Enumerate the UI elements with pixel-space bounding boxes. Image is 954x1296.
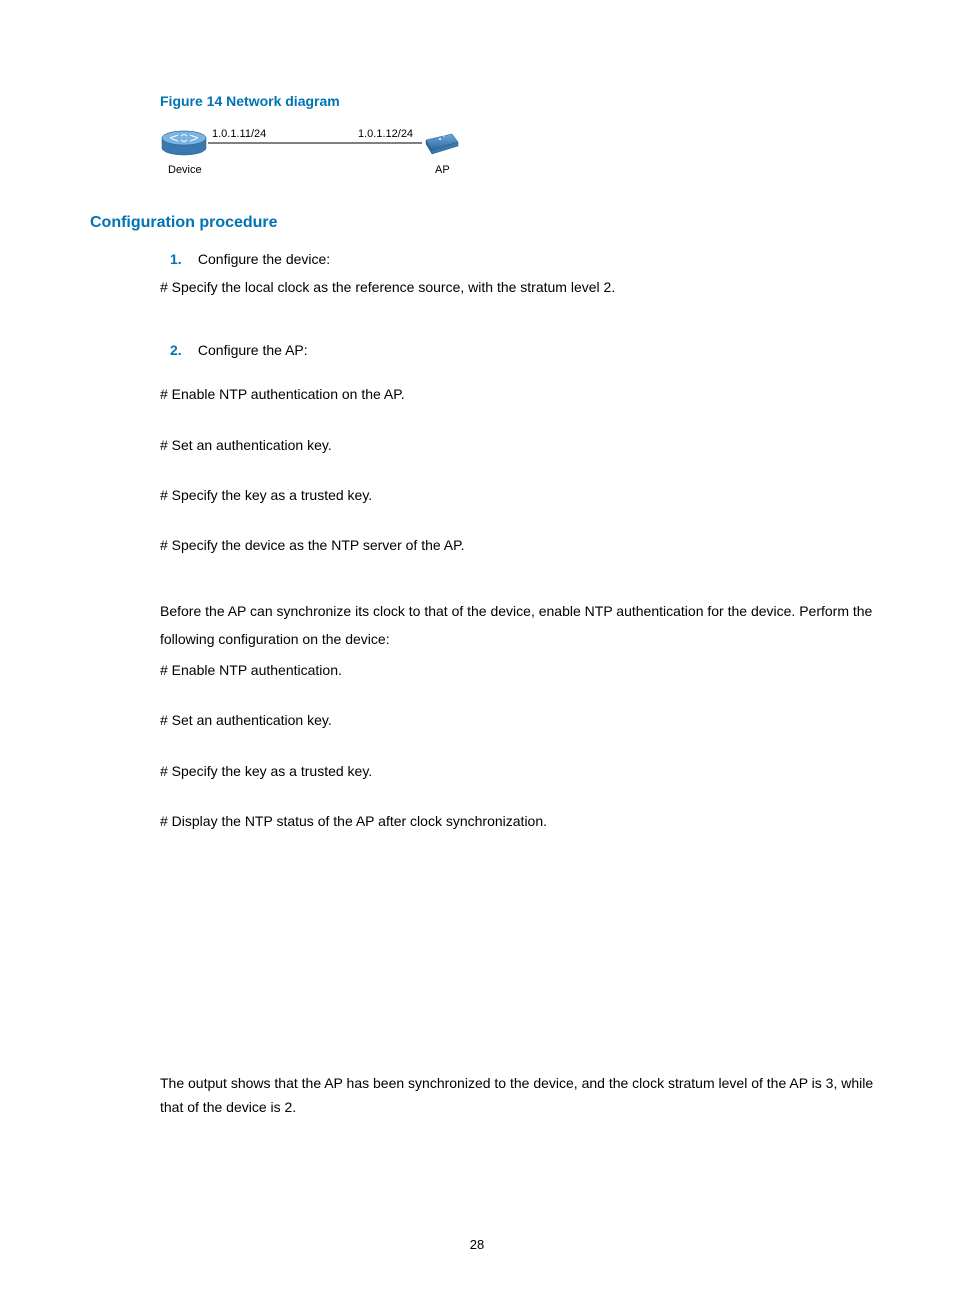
line-enable-ntp-auth: # Enable NTP authentication. [160,659,894,681]
device-ip-label: 1.0.1.11/24 [212,126,266,144]
paragraph-output: The output shows that the AP has been sy… [160,1072,894,1120]
section-heading: Configuration procedure [90,210,894,236]
step-1-text: Configure the device: [198,251,330,267]
network-diagram: 1.0.1.11/24 1.0.1.12/24 Device AP [160,120,470,180]
ap-label: AP [435,162,450,180]
line-trusted-key-1: # Specify the key as a trusted key. [160,484,894,506]
line-set-auth-key-2: # Set an authentication key. [160,709,894,731]
line-ntp-server: # Specify the device as the NTP server o… [160,534,894,556]
device-icon [160,130,208,158]
line-trusted-key-2: # Specify the key as a trusted key. [160,760,894,782]
line-set-auth-key-1: # Set an authentication key. [160,434,894,456]
line-enable-ntp-auth-ap: # Enable NTP authentication on the AP. [160,383,894,405]
figure-title: Figure 14 Network diagram [160,90,894,112]
step-1: 1. Configure the device: [170,248,894,270]
ap-ip-label: 1.0.1.12/24 [358,126,413,144]
step-2-text: Configure the AP: [198,342,308,358]
step-1-number: 1. [170,248,194,270]
line-display-ntp-status: # Display the NTP status of the AP after… [160,810,894,832]
page-number: 28 [0,1235,954,1256]
paragraph-before-sync: Before the AP can synchronize its clock … [160,597,894,653]
device-label: Device [168,162,202,180]
step-2: 2. Configure the AP: [170,339,894,361]
ap-icon [422,130,462,156]
step-1-detail: # Specify the local clock as the referen… [160,276,894,298]
step-2-number: 2. [170,339,194,361]
